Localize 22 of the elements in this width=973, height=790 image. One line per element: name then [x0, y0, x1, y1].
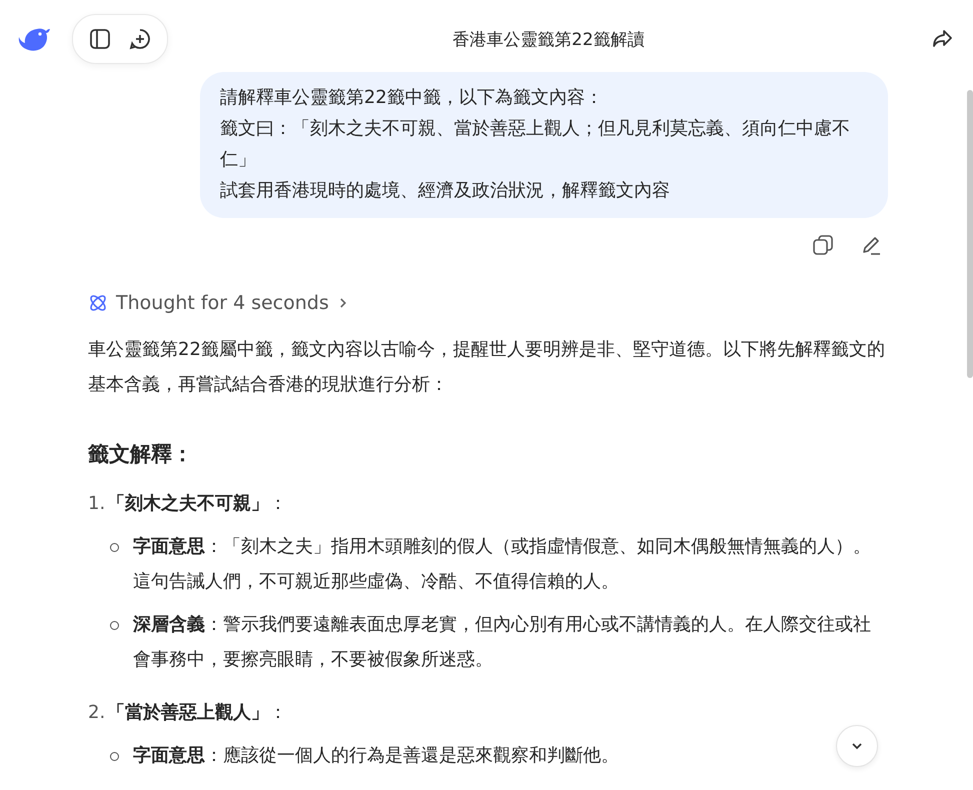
bullet-icon — [110, 543, 119, 552]
answer-paragraph: 車公靈籤第22籤屬中籤，籤文內容以古喻今，提醒世人要明辨是非、堅守道德。以下將先解釋籤文的基本含義，再嘗試結合香港的現狀進行分析： — [88, 338, 886, 397]
bullet-text: 字面意思：「刻木之夫」指用木頭雕刻的假人（或指虛情假意、如同木偶般無情無義的人）。這句告誡人們，不可親近那些虛偽、冷酷、不值得信賴的人。 — [133, 535, 872, 594]
message-text: 籤文曰：「刻木之夫不可親、當於善惡上觀人；但凡見利莫忘義、須向仁中慮不仁」 — [220, 117, 851, 172]
new-chat-icon[interactable] — [127, 26, 153, 52]
bullet-icon — [110, 752, 119, 761]
atom-icon — [88, 293, 108, 313]
bullet-text: 字面意思：應該從一個人的行為是善還是惡來觀察和判斷他。 — [133, 744, 619, 768]
section-heading: 籤文解釋： — [88, 441, 194, 468]
list-item-title: 「當於善惡上觀人」： — [107, 701, 288, 725]
list-number: 1. — [88, 492, 106, 516]
copy-icon[interactable] — [810, 232, 836, 258]
sidebar-toggle-icon[interactable] — [87, 26, 113, 52]
chat-title: 香港車公靈籤第22籤解讀 — [452, 28, 646, 50]
list-number: 2. — [88, 701, 106, 725]
thought-toggle[interactable]: Thought for 4 seconds — [88, 292, 349, 314]
message-text: 請解釋車公靈籤第22籤中籤，以下為籤文內容： — [220, 86, 604, 110]
bullet-icon — [110, 621, 119, 630]
bullet-text: 深層含義：警示我們要遠離表面忠厚老實，但內心別有用心或不講情義的人。在人際交往或社會事務中，要擦亮眼睛，不要被假象所迷惑。 — [133, 613, 872, 672]
list-item-title: 「刻木之夫不可親」： — [107, 492, 288, 516]
scrollbar-thumb[interactable] — [967, 90, 973, 378]
message-text: 試套用香港現時的處境、經濟及政治狀況，解釋籤文內容 — [220, 179, 671, 203]
